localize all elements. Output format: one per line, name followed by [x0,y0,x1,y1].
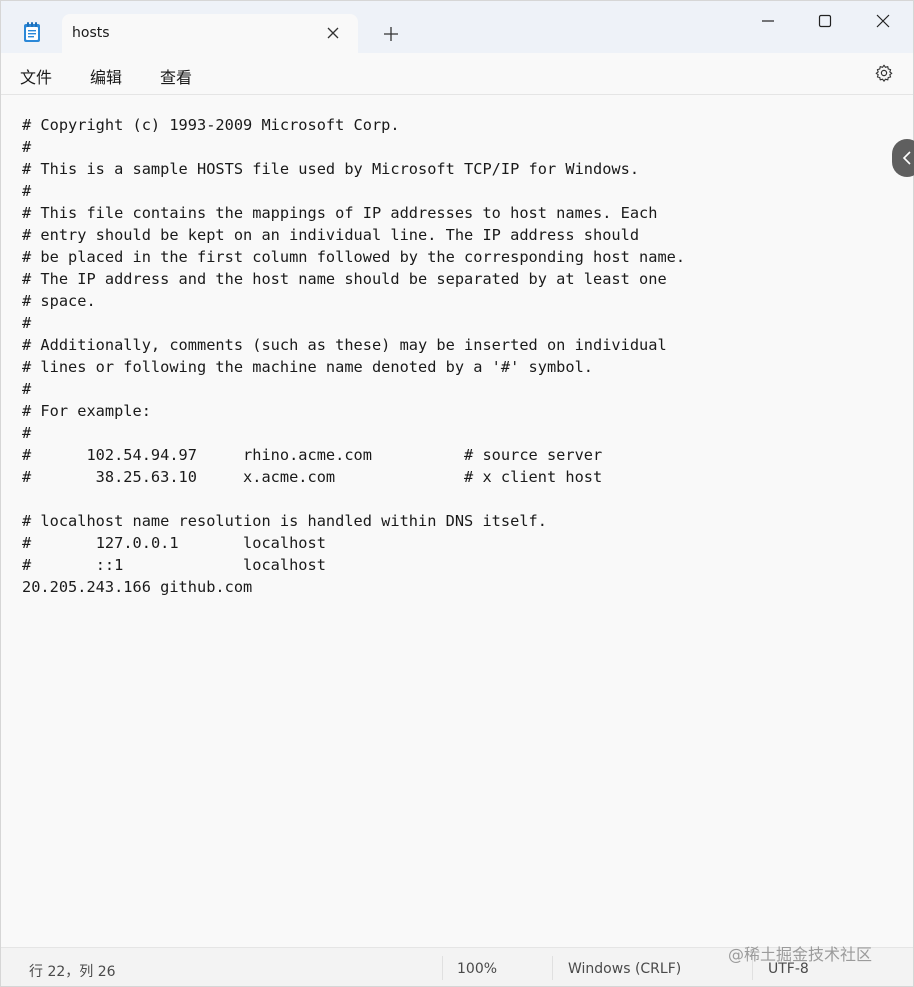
status-divider [552,956,553,980]
editor-line[interactable]: # [22,378,882,400]
menu-bar: 文件 编辑 查看 [1,53,913,95]
minimize-icon[interactable] [756,9,780,33]
watermark: @稀土掘金技术社区 [728,945,873,964]
notepad-icon [23,21,41,43]
close-window-icon[interactable] [871,9,895,33]
gear-icon[interactable] [874,63,894,83]
editor-line[interactable]: # entry should be kept on an individual … [22,224,882,246]
line-ending[interactable]: Windows (CRLF) [568,961,681,977]
editor-line[interactable]: # Additionally, comments (such as these)… [22,334,882,356]
zoom-level[interactable]: 100% [457,961,497,977]
plus-icon[interactable] [381,24,401,44]
tab-hosts[interactable]: hosts [62,14,358,53]
editor-content[interactable]: # Copyright (c) 1993-2009 Microsoft Corp… [22,114,882,598]
editor-line[interactable]: # This file contains the mappings of IP … [22,202,882,224]
editor-line[interactable]: # This is a sample HOSTS file used by Mi… [22,158,882,180]
menu-file[interactable]: 文件 [20,64,52,88]
editor-line[interactable]: # [22,312,882,334]
menu-edit[interactable]: 编辑 [90,64,122,88]
editor-line[interactable]: # Copyright (c) 1993-2009 Microsoft Corp… [22,114,882,136]
editor-line[interactable]: # ::1 localhost [22,554,882,576]
editor-line[interactable]: # [22,136,882,158]
editor-line[interactable]: # The IP address and the host name shoul… [22,268,882,290]
cursor-position: 行 22，列 26 [29,964,116,980]
close-icon[interactable] [324,24,342,42]
editor-line[interactable]: 20.205.243.166 github.com [22,576,882,598]
status-divider [442,956,443,980]
text-editor[interactable]: # Copyright (c) 1993-2009 Microsoft Corp… [1,95,913,947]
editor-line[interactable]: # 38.25.63.10 x.acme.com # x client host [22,466,882,488]
maximize-icon[interactable] [813,9,837,33]
editor-line[interactable]: # space. [22,290,882,312]
editor-line[interactable]: # 102.54.94.97 rhino.acme.com # source s… [22,444,882,466]
menu-view[interactable]: 查看 [160,64,192,88]
editor-line[interactable]: # 127.0.0.1 localhost [22,532,882,554]
tab-title: hosts [72,25,110,41]
editor-line[interactable]: # localhost name resolution is handled w… [22,510,882,532]
chevron-left-icon [902,151,911,165]
editor-line[interactable]: # For example: [22,400,882,422]
editor-line[interactable]: # [22,180,882,202]
editor-line[interactable]: # be placed in the first column followed… [22,246,882,268]
side-panel-handle[interactable] [892,139,914,177]
title-bar: hosts [1,1,913,53]
editor-line[interactable] [22,488,882,510]
editor-line[interactable]: # [22,422,882,444]
notepad-window: hosts 文件 编辑 查看 # Copyright (c) 1993-2009… [0,0,914,987]
editor-line[interactable]: # lines or following the machine name de… [22,356,882,378]
